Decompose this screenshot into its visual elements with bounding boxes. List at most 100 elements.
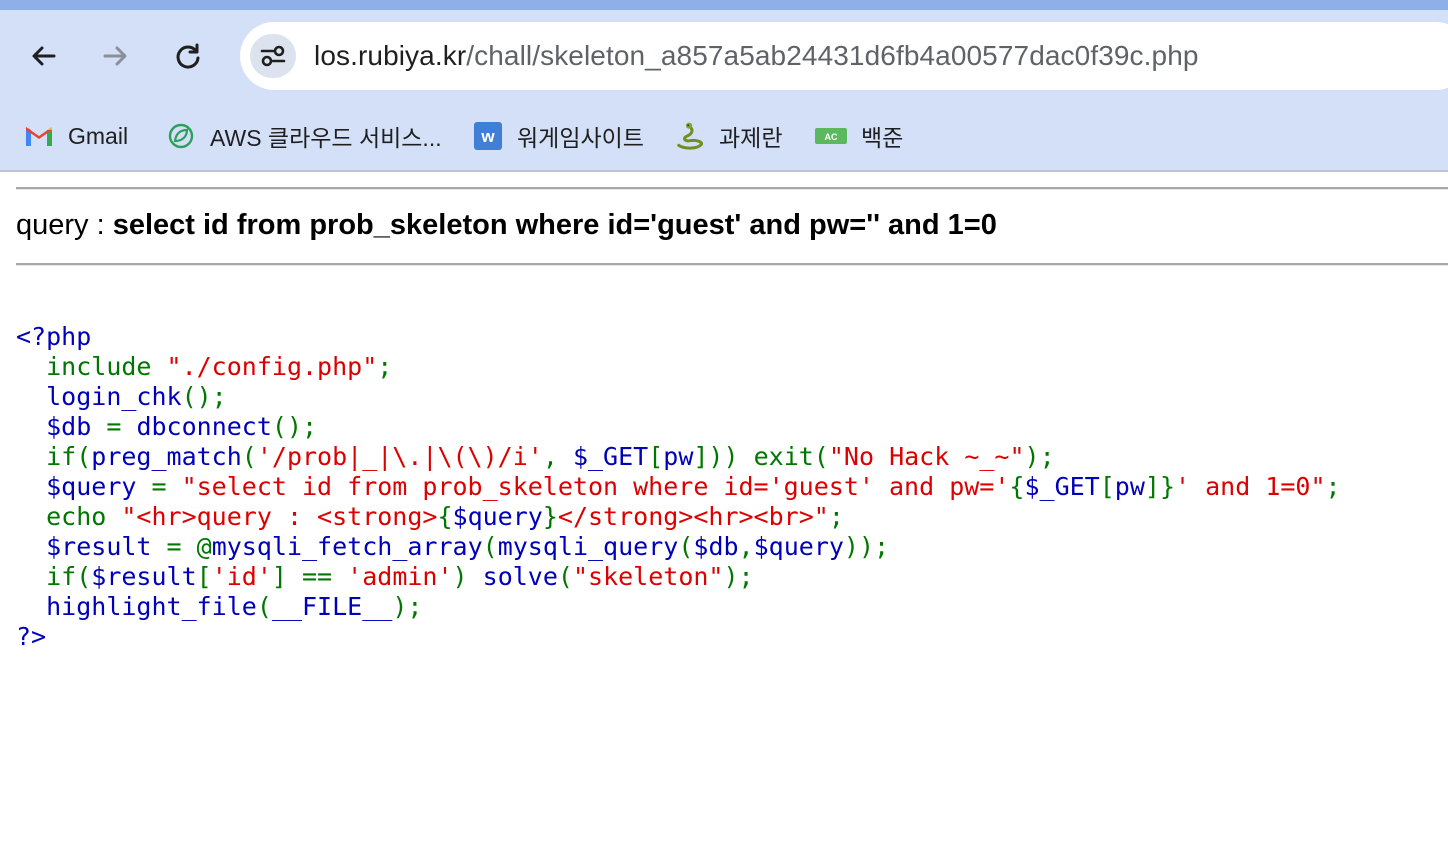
code-token: ' and 1=0" bbox=[1175, 472, 1326, 501]
code-token: $query bbox=[753, 532, 844, 561]
gmail-icon bbox=[24, 121, 54, 151]
code-token: $result bbox=[91, 562, 197, 591]
code-token: mysqli_fetch_array bbox=[211, 532, 483, 561]
url-text[interactable]: los.rubiya.kr/chall/skeleton_a857a5ab244… bbox=[314, 40, 1199, 72]
code-token: ]} bbox=[1144, 472, 1176, 501]
code-token: mysqli_query bbox=[497, 532, 679, 561]
code-token: 'admin' bbox=[347, 562, 453, 591]
code-token: dbconnect bbox=[136, 412, 272, 441]
tab-strip-edge bbox=[0, 0, 1448, 10]
code-token: preg_match bbox=[91, 442, 242, 471]
code-token: exit( bbox=[753, 442, 829, 471]
code-token: "./config.php" bbox=[166, 352, 378, 381]
code-token: $query bbox=[46, 472, 152, 501]
reload-icon bbox=[176, 43, 200, 69]
site-info-button[interactable] bbox=[250, 34, 296, 78]
code-token: "<hr>query : <strong> bbox=[121, 502, 438, 531]
code-token: ( bbox=[241, 442, 257, 471]
arrow-left-icon bbox=[32, 46, 56, 66]
tune-icon bbox=[260, 45, 286, 67]
arrow-right-icon bbox=[103, 46, 127, 66]
code-token: ; bbox=[1325, 472, 1341, 501]
code-token: "No Hack ~_~" bbox=[828, 442, 1025, 471]
snake-icon bbox=[675, 121, 705, 151]
code-token: } bbox=[542, 502, 558, 531]
code-token: ( bbox=[557, 562, 573, 591]
code-token: ); bbox=[723, 562, 754, 591]
bookmark-label: Gmail bbox=[68, 122, 129, 149]
code-token: $_GET bbox=[1024, 472, 1100, 501]
code-token: { bbox=[437, 502, 453, 531]
bookmark-wargame[interactable]: w 워게임사이트 bbox=[473, 120, 644, 152]
bookmark-label: 백준 bbox=[861, 125, 904, 151]
code-token: $db bbox=[46, 412, 107, 441]
code-token: "select id from prob_skeleton where id='… bbox=[181, 472, 1010, 501]
code-token: include bbox=[46, 352, 167, 381]
ac-icon: AC bbox=[815, 121, 847, 151]
code-token: , bbox=[738, 532, 754, 561]
code-token: @ bbox=[196, 532, 212, 561]
code-token: ] == bbox=[271, 562, 348, 591]
code-token: ) bbox=[452, 562, 483, 591]
code-token: (); bbox=[181, 382, 227, 411]
code-token: $query bbox=[452, 502, 543, 531]
bookmark-assignment[interactable]: 과제란 bbox=[675, 120, 782, 152]
code-token: = bbox=[166, 532, 197, 561]
code-token: = bbox=[151, 472, 182, 501]
query-prefix: query : bbox=[16, 209, 113, 241]
code-token: , bbox=[542, 442, 573, 471]
query-sql: select id from prob_skeleton where id='g… bbox=[112, 209, 997, 241]
svg-text:AC: AC bbox=[825, 132, 838, 142]
browser-chrome: los.rubiya.kr/chall/skeleton_a857a5ab244… bbox=[0, 0, 1448, 172]
page-content: query : select id from prob_skeleton whe… bbox=[0, 172, 1448, 860]
code-token: ); bbox=[392, 592, 423, 621]
bookmark-aws[interactable]: AWS 클라우드 서비스... bbox=[166, 120, 442, 152]
forward-button[interactable] bbox=[93, 34, 137, 78]
bookmark-baekjoon[interactable]: AC 백준 bbox=[815, 120, 903, 152]
code-token: </strong><hr><br>" bbox=[557, 502, 829, 531]
code-token: solve bbox=[482, 562, 558, 591]
code-token: [ bbox=[1099, 472, 1115, 501]
url-host: los.rubiya.kr bbox=[314, 40, 467, 71]
code-token: ?> bbox=[16, 622, 47, 651]
code-token: $result bbox=[46, 532, 167, 561]
address-bar[interactable]: los.rubiya.kr/chall/skeleton_a857a5ab244… bbox=[240, 22, 1448, 90]
code-token: 'id' bbox=[211, 562, 272, 591]
code-token: ); bbox=[1024, 442, 1055, 471]
bookmark-label: AWS 클라우드 서비스... bbox=[210, 125, 442, 151]
code-token: $_GET bbox=[572, 442, 649, 471]
code-token: )); bbox=[843, 532, 890, 561]
code-token: if( bbox=[46, 442, 92, 471]
code-token: = bbox=[106, 412, 137, 441]
code-token: pw bbox=[1114, 472, 1145, 501]
code-token: $db bbox=[693, 532, 739, 561]
code-token: login_chk bbox=[46, 382, 182, 411]
reload-button[interactable] bbox=[166, 34, 210, 78]
code-token: ( bbox=[256, 592, 272, 621]
svg-text:w: w bbox=[480, 127, 495, 146]
back-button[interactable] bbox=[22, 34, 66, 78]
code-token: "skeleton" bbox=[572, 562, 724, 591]
code-token: ; bbox=[828, 502, 844, 531]
code-token: __FILE__ bbox=[271, 592, 393, 621]
code-token: ( bbox=[482, 532, 498, 561]
code-token: echo bbox=[46, 502, 122, 531]
code-token: pw bbox=[663, 442, 694, 471]
aws-leaf-icon bbox=[166, 121, 196, 151]
code-token: [ bbox=[648, 442, 664, 471]
bookmarks-bar: Gmail AWS 클라우드 서비스... w 워게임사이트 과제란 AC 백준 bbox=[0, 112, 1448, 160]
bookmark-label: 과제란 bbox=[719, 125, 783, 151]
php-source-code: <?php include "./config.php"; login_chk(… bbox=[16, 322, 1341, 652]
code-token: highlight_file bbox=[46, 592, 257, 621]
code-token: '/prob|_|\.|\(\)/i' bbox=[256, 442, 543, 471]
code-token: { bbox=[1009, 472, 1025, 501]
horizontal-rule-bottom bbox=[16, 263, 1448, 266]
code-token: ])) bbox=[693, 442, 754, 471]
code-token: <?php bbox=[16, 322, 92, 351]
code-token: ; bbox=[377, 352, 393, 381]
code-token: ( bbox=[678, 532, 694, 561]
horizontal-rule-top bbox=[16, 187, 1448, 190]
bookmark-gmail[interactable]: Gmail bbox=[24, 120, 128, 152]
w-icon: w bbox=[473, 121, 503, 151]
code-token: (); bbox=[271, 412, 318, 441]
